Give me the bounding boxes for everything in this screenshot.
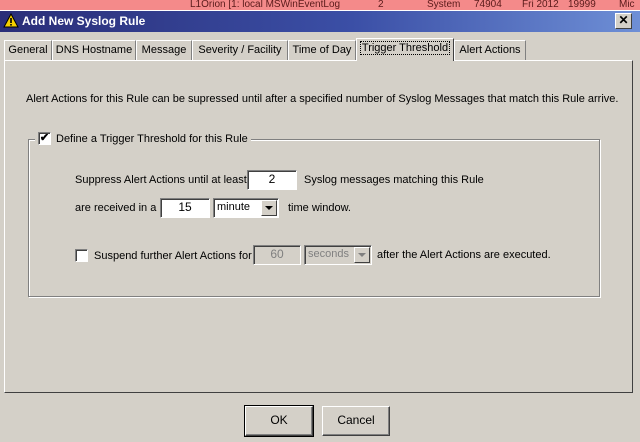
intro-text: Alert Actions for this Rule can be supre… bbox=[26, 93, 619, 105]
define-threshold-checkbox-row[interactable]: ✔ Define a Trigger Threshold for this Ru… bbox=[35, 132, 251, 145]
window-length-input[interactable]: 15 bbox=[160, 198, 210, 218]
checkmark-icon: ✔ bbox=[39, 132, 50, 144]
define-threshold-label: Define a Trigger Threshold for this Rule bbox=[56, 132, 248, 145]
tab-label: DNS Hostname bbox=[55, 44, 133, 56]
warning-triangle-icon bbox=[3, 13, 19, 28]
tab-label: Severity / Facility bbox=[198, 44, 282, 56]
tab-label: Alert Actions bbox=[459, 44, 521, 56]
tab-strip: General DNS Hostname Message Severity / … bbox=[4, 38, 632, 61]
chevron-down-icon[interactable] bbox=[354, 247, 370, 263]
tab-label: Message bbox=[141, 44, 187, 56]
ok-button[interactable]: OK bbox=[244, 405, 314, 437]
time-window-label: time window. bbox=[288, 202, 351, 214]
tab-label: Trigger Threshold bbox=[359, 41, 451, 55]
define-threshold-checkbox[interactable]: ✔ bbox=[38, 132, 51, 145]
suspend-label: Suspend further Alert Actions for bbox=[94, 249, 252, 262]
suspend-unit-select[interactable]: seconds bbox=[304, 245, 372, 265]
close-button[interactable]: ✕ bbox=[615, 13, 632, 29]
tab-time-of-day[interactable]: Time of Day bbox=[288, 40, 356, 60]
window-unit-value: minute bbox=[217, 201, 251, 213]
tab-label: General bbox=[8, 44, 48, 56]
tab-alert-actions[interactable]: Alert Actions bbox=[454, 40, 526, 60]
tab-general[interactable]: General bbox=[4, 40, 52, 60]
tab-label: Time of Day bbox=[292, 44, 352, 56]
trigger-threshold-panel: Alert Actions for this Rule can be supre… bbox=[4, 60, 633, 393]
suspend-unit-value: seconds bbox=[308, 248, 349, 260]
matching-label: Syslog messages matching this Rule bbox=[304, 174, 484, 186]
close-icon: ✕ bbox=[618, 13, 629, 27]
received-label: are received in a bbox=[75, 202, 157, 214]
message-count-input[interactable]: 2 bbox=[247, 170, 297, 190]
suspend-checkbox[interactable] bbox=[75, 249, 88, 262]
tab-severity-facility[interactable]: Severity / Facility bbox=[192, 40, 288, 60]
tab-message[interactable]: Message bbox=[136, 40, 192, 60]
tab-trigger-threshold[interactable]: Trigger Threshold bbox=[356, 38, 454, 61]
trigger-threshold-group bbox=[28, 139, 600, 297]
window-unit-select[interactable]: minute bbox=[213, 198, 279, 218]
title-bar[interactable]: Add New Syslog Rule ✕ bbox=[0, 11, 640, 32]
suppress-label: Suppress Alert Actions until at least bbox=[75, 174, 247, 186]
dialog-title: Add New Syslog Rule bbox=[22, 14, 146, 28]
chevron-down-icon[interactable] bbox=[261, 200, 277, 216]
suspend-duration-input[interactable]: 60 bbox=[253, 245, 301, 265]
after-actions-label: after the Alert Actions are executed. bbox=[377, 249, 551, 261]
cancel-button[interactable]: Cancel bbox=[322, 406, 390, 436]
suspend-checkbox-row[interactable]: Suspend further Alert Actions for bbox=[75, 249, 252, 262]
add-syslog-rule-dialog: Add New Syslog Rule ✕ General DNS Hostna… bbox=[0, 10, 640, 442]
tab-dns-hostname[interactable]: DNS Hostname bbox=[52, 40, 136, 60]
